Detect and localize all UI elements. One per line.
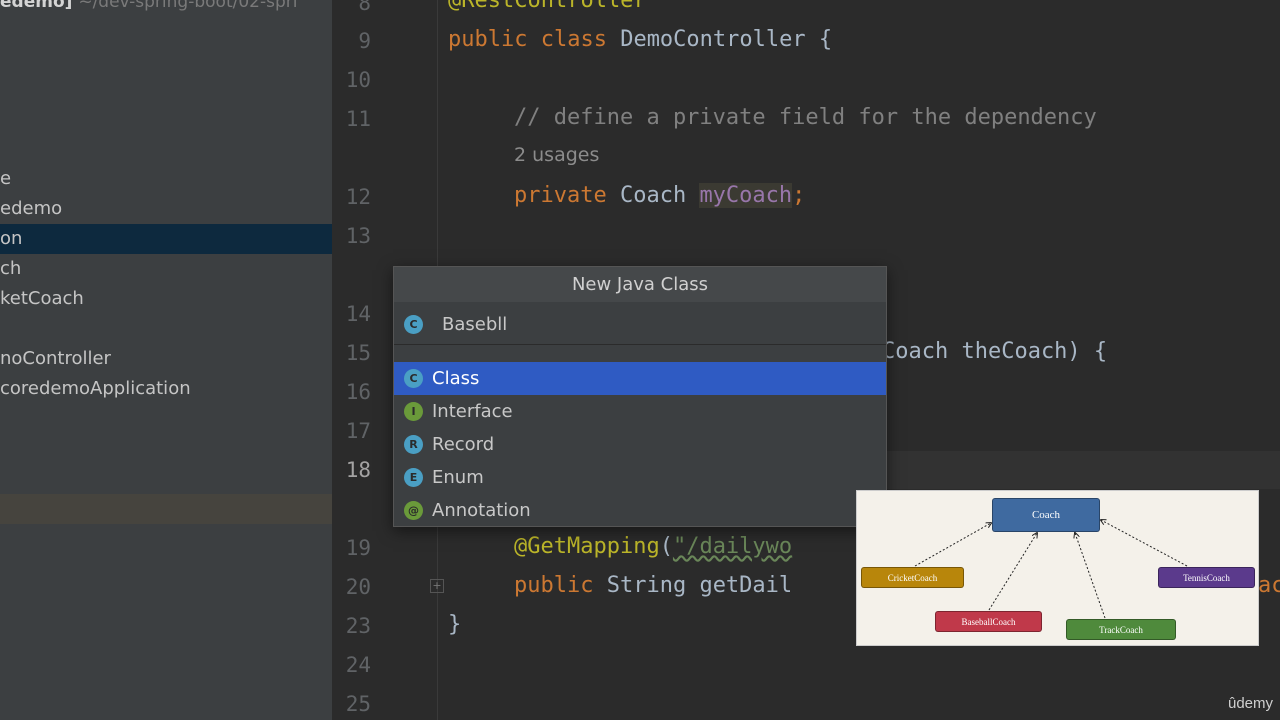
keyword-token: ac [1258,573,1280,598]
field-token: myCoach [699,183,793,208]
line-number: 13 [345,224,371,248]
line-number-current: 18 [345,458,371,482]
dialog-separator [394,344,886,345]
project-header: edemo] ~/dev-spring-boot/02-spri [0,0,297,12]
line-number: 17 [345,419,371,443]
class-name-token: DemoController { [606,27,833,52]
kind-label: Interface [432,401,513,422]
dialog-title: New Java Class [394,267,886,302]
kind-option-class[interactable]: C Class [394,362,886,395]
kind-option-interface[interactable]: I Interface [394,395,886,428]
annotation-token: @GetMapping [514,534,660,559]
project-path: ~/dev-spring-boot/02-spri [78,0,298,12]
arrow-track-to-coach [1075,533,1106,619]
code-line-19[interactable]: @GetMapping("/dailywo [514,534,792,559]
kind-label: Class [432,368,480,389]
node-baseball-coach: BaseballCoach [935,611,1042,632]
comment-token: // define a private field for the depend… [514,105,1097,130]
annotation-icon: @ [404,501,423,520]
code-line-12[interactable]: private Coach myCoach; [514,183,805,208]
param-token: Coach theCoach) { [882,339,1108,364]
tree-item-selected[interactable]: on [0,224,332,254]
keyword-token: private [514,183,607,208]
code-line-11[interactable]: // define a private field for the depend… [514,105,1097,130]
tree-item[interactable]: e [0,164,332,194]
class-icon: C [404,315,423,334]
arrow-baseball-to-coach [988,533,1037,611]
node-tennis-coach: TennisCoach [1158,567,1255,588]
class-icon: C [404,369,423,388]
line-number: 20 [345,575,371,599]
class-name-row[interactable]: C [394,307,886,342]
brace-token: } [448,612,462,637]
keyword-token: public [514,573,594,598]
kind-option-record[interactable]: R Record [394,428,886,461]
code-line-23[interactable]: } [448,612,461,637]
usages-hint[interactable]: 2 usages [514,144,599,166]
line-number: 23 [345,614,371,638]
tree-item[interactable]: noController [0,344,332,374]
line-number: 14 [345,302,371,326]
tree-item[interactable]: edemo [0,194,332,224]
code-line-20[interactable]: public String getDail [514,573,792,598]
kind-label: Enum [432,467,484,488]
node-cricket-coach: CricketCoach [861,567,964,588]
line-number: 8 [358,0,371,15]
line-number: 10 [345,68,371,92]
code-line-15[interactable]: Coach theCoach) { [882,339,1107,364]
arrow-cricket-to-coach [914,523,991,567]
kind-label: Record [432,434,495,455]
paren-token: ( [659,534,673,559]
udemy-watermark: ûdemy [1228,695,1274,712]
kind-label: Annotation [432,500,531,521]
node-track-coach: TrackCoach [1066,619,1176,640]
type-token: Coach [606,183,700,208]
tree-highlight-row [0,494,332,524]
line-number: 12 [345,185,371,209]
kind-option-annotation[interactable]: @ Annotation [394,494,886,527]
interface-icon: I [404,402,423,421]
code-line-9[interactable]: public class DemoController { [448,27,832,52]
class-name-input[interactable] [440,313,844,336]
annotation-token: @RestController [448,0,647,13]
project-sidebar: edemo] ~/dev-spring-boot/02-spri e edemo… [0,0,332,720]
line-number: 19 [345,536,371,560]
code-line-8[interactable]: @RestController [448,0,647,13]
arrow-tennis-to-coach [1101,520,1188,567]
record-icon: R [404,435,423,454]
kind-option-enum[interactable]: E Enum [394,461,886,494]
keyword-token: public class [448,27,607,52]
line-number: 24 [345,653,371,677]
coach-class-diagram: Coach CricketCoach TennisCoach BaseballC… [856,490,1259,646]
line-number: 11 [345,107,371,131]
string-token: "/dailywo [672,534,793,559]
line-number: 16 [345,380,371,404]
tree-item[interactable]: coredemoApplication [0,374,332,404]
line-number: 9 [358,29,371,53]
tree-item[interactable]: ch [0,254,332,284]
project-name: edemo] [0,0,73,12]
semicolon-token: ; [792,183,806,208]
code-line-20-tail: ac [1258,573,1280,598]
enum-icon: E [404,468,423,487]
tree-item[interactable]: ketCoach [0,284,332,314]
method-token: String getDail [593,573,793,598]
line-number: 15 [345,341,371,365]
line-number: 25 [345,692,371,716]
new-java-class-dialog[interactable]: New Java Class C C Class I Interface R R… [393,266,887,527]
node-coach: Coach [992,498,1100,532]
fold-icon[interactable]: + [430,579,444,593]
